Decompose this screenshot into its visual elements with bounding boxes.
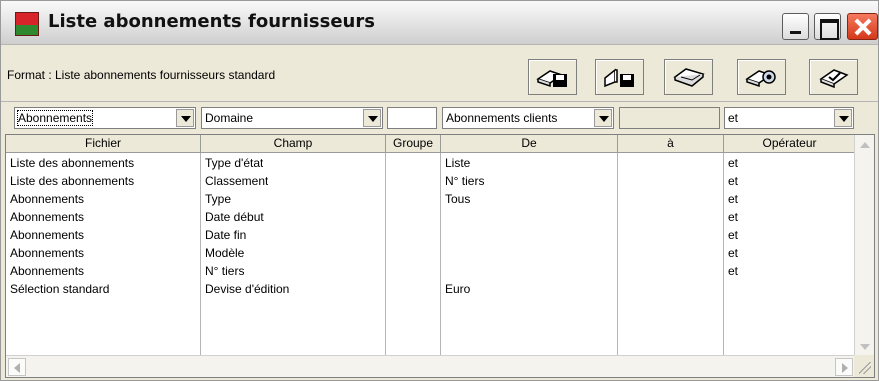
cell-operateur[interactable]: et — [728, 262, 738, 280]
chevron-down-icon[interactable] — [594, 109, 612, 127]
de-filter-dropdown[interactable]: Abonnements clients — [442, 107, 614, 129]
cell-fichier[interactable]: Abonnements — [10, 190, 84, 208]
chevron-down-icon[interactable] — [176, 109, 194, 127]
chevron-down-icon[interactable] — [363, 109, 381, 127]
cell-champ[interactable]: N° tiers — [205, 262, 244, 280]
fichier-filter-value: Abonnements — [16, 110, 94, 126]
column-header-champ[interactable]: Champ — [201, 135, 386, 153]
close-icon[interactable] — [847, 13, 878, 40]
open-book-disk-icon — [603, 68, 634, 88]
column-header-de[interactable]: De — [441, 135, 618, 153]
column-divider — [617, 153, 618, 355]
champ-filter-dropdown[interactable]: Domaine — [201, 107, 383, 129]
cell-operateur[interactable]: et — [728, 154, 738, 172]
book-search-icon — [744, 70, 776, 88]
resize-grip-icon[interactable] — [854, 355, 874, 377]
cell-operateur[interactable]: et — [728, 208, 738, 226]
cell-champ[interactable]: Date début — [205, 208, 264, 226]
validate-button[interactable] — [809, 59, 858, 95]
toolbar-separator — [1, 101, 878, 102]
chevron-down-icon[interactable] — [834, 109, 852, 127]
column-divider — [440, 153, 441, 355]
cell-fichier[interactable]: Sélection standard — [10, 280, 109, 298]
cell-operateur[interactable]: et — [728, 190, 738, 208]
cell-fichier[interactable]: Abonnements — [10, 226, 84, 244]
book-disk-icon — [535, 70, 567, 88]
criteria-table[interactable]: Fichier Champ Groupe De à Opérateur List… — [5, 134, 875, 378]
groupe-filter-input[interactable] — [387, 107, 437, 129]
open-format-button[interactable] — [664, 59, 713, 95]
preview-button[interactable] — [737, 59, 786, 95]
format-label: Format : Liste abonnements fournisseurs … — [7, 68, 276, 82]
champ-filter-value: Domaine — [205, 111, 254, 125]
cell-fichier[interactable]: Liste des abonnements — [10, 172, 134, 190]
subscriptions-window: Liste abonnements fournisseurs Format : … — [0, 0, 879, 381]
cell-champ[interactable]: Classement — [205, 172, 268, 190]
column-header-operateur[interactable]: Opérateur — [724, 135, 856, 153]
book-check-icon — [818, 69, 849, 89]
cell-de[interactable]: Euro — [445, 280, 470, 298]
column-divider — [385, 153, 386, 355]
column-header-groupe[interactable]: Groupe — [386, 135, 441, 153]
save-as-format-button[interactable] — [595, 59, 644, 95]
cell-champ[interactable]: Devise d'édition — [205, 280, 289, 298]
cell-fichier[interactable]: Abonnements — [10, 244, 84, 262]
fichier-filter-dropdown[interactable]: Abonnements — [14, 107, 196, 129]
cell-de[interactable]: Tous — [445, 190, 470, 208]
de-filter-value: Abonnements clients — [446, 111, 558, 125]
column-header-a[interactable]: à — [618, 135, 724, 153]
title-bar[interactable]: Liste abonnements fournisseurs — [1, 1, 878, 45]
horizontal-scrollbar[interactable] — [6, 355, 855, 377]
cell-operateur[interactable]: et — [728, 172, 738, 190]
vertical-scrollbar[interactable] — [854, 135, 874, 357]
cell-operateur[interactable]: et — [728, 244, 738, 262]
save-format-button[interactable] — [528, 59, 577, 95]
cell-fichier[interactable]: Liste des abonnements — [10, 154, 134, 172]
column-header-fichier[interactable]: Fichier — [6, 135, 201, 153]
scroll-left-icon[interactable] — [8, 358, 26, 376]
cell-de[interactable]: Liste — [445, 154, 470, 172]
cell-champ[interactable]: Modèle — [205, 244, 244, 262]
cell-fichier[interactable]: Abonnements — [10, 262, 84, 280]
cell-fichier[interactable]: Abonnements — [10, 208, 84, 226]
scroll-up-icon[interactable] — [856, 136, 874, 154]
cell-champ[interactable]: Date fin — [205, 226, 246, 244]
operateur-filter-dropdown[interactable]: et — [724, 107, 854, 129]
cell-de[interactable]: N° tiers — [445, 172, 484, 190]
window-title: Liste abonnements fournisseurs — [48, 11, 375, 32]
cell-operateur[interactable]: et — [728, 226, 738, 244]
open-book-icon — [672, 68, 705, 87]
cell-champ[interactable]: Type — [205, 190, 231, 208]
column-divider — [200, 153, 201, 355]
operateur-filter-value: et — [728, 111, 739, 125]
scroll-right-icon[interactable] — [835, 358, 853, 376]
app-logo-icon — [15, 12, 39, 36]
minimize-icon[interactable] — [782, 13, 809, 40]
cell-champ[interactable]: Type d'état — [205, 154, 263, 172]
a-filter-input[interactable] — [619, 107, 720, 129]
column-divider — [723, 153, 724, 355]
scroll-down-icon[interactable] — [856, 338, 874, 356]
maximize-icon[interactable] — [814, 13, 841, 40]
